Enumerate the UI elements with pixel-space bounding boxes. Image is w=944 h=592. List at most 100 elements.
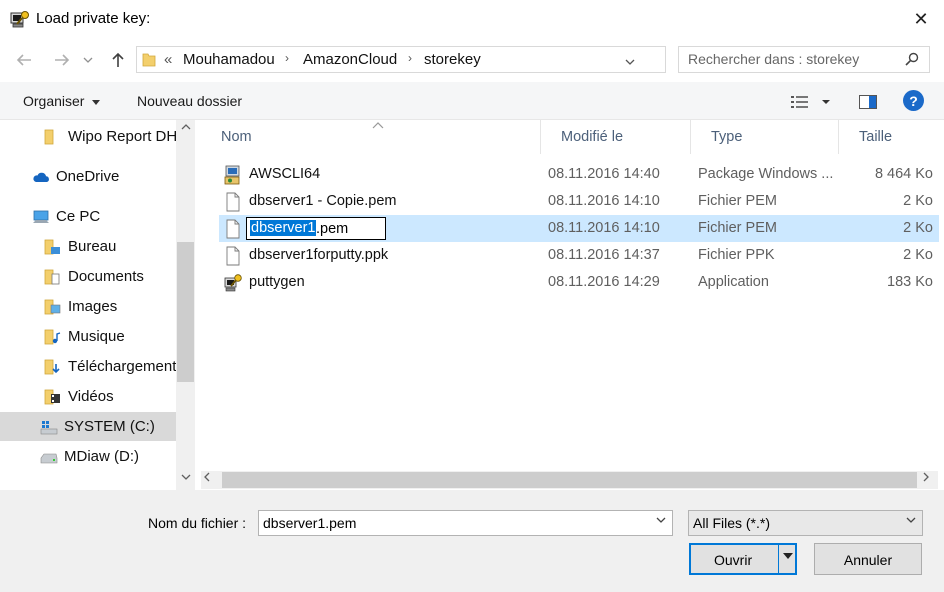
sidebar-item-label: SYSTEM (C:) (64, 418, 155, 435)
close-icon: ✕ (913, 8, 929, 29)
horizontal-scrollbar[interactable] (201, 471, 938, 489)
navigation-pane: Wipo Report DH OneDrive Ce PC Bureau Doc… (0, 120, 196, 490)
file-type: Fichier PEM (698, 220, 777, 236)
column-header-name[interactable]: Nom (201, 120, 541, 154)
file-size: 2 Ko (903, 220, 933, 236)
file-date: 08.11.2016 14:10 (548, 220, 660, 236)
sidebar-item-musique[interactable]: Musique (0, 322, 176, 351)
new-folder-button[interactable]: Nouveau dossier (137, 93, 242, 109)
puttygen-app-icon (224, 274, 242, 292)
file-name: dbserver1 - Copie.pem (249, 193, 397, 209)
file-name: puttygen (249, 274, 305, 290)
file-date: 08.11.2016 14:10 (548, 193, 660, 209)
sidebar-item-wipo-report[interactable]: Wipo Report DH (0, 122, 176, 151)
sidebar-item-mdiaw-drive[interactable]: MDiaw (D:) (0, 442, 176, 471)
arrow-left-icon (16, 54, 31, 66)
downloads-folder-icon (44, 359, 60, 374)
back-button[interactable] (10, 46, 38, 74)
scrollbar-thumb[interactable] (222, 472, 917, 488)
column-header-date[interactable]: Modifié le (541, 120, 691, 154)
file-icon (226, 219, 240, 239)
scroll-left-button[interactable] (204, 472, 210, 485)
folder-icon (142, 53, 156, 67)
sidebar-item-telechargements[interactable]: Téléchargements (0, 352, 176, 381)
help-icon: ? (909, 92, 918, 109)
chevron-down-icon (83, 57, 93, 63)
scroll-right-button[interactable] (923, 472, 929, 485)
breadcrumb-item[interactable]: Mouhamadou (183, 51, 275, 68)
file-type: Package Windows ... (698, 166, 834, 182)
videos-folder-icon (44, 389, 60, 404)
up-button[interactable] (104, 46, 132, 74)
column-header-type[interactable]: Type (691, 120, 839, 154)
arrow-up-icon (112, 52, 124, 67)
file-size: 183 Ko (887, 274, 933, 290)
sidebar-item-ce-pc[interactable]: Ce PC (0, 202, 176, 231)
close-button[interactable]: ✕ (902, 4, 940, 34)
folder-icon (44, 129, 54, 144)
cloud-icon (33, 172, 49, 182)
address-dropdown[interactable] (625, 54, 635, 68)
help-button[interactable]: ? (903, 90, 924, 111)
file-row[interactable]: dbserver1 - Copie.pem 08.11.2016 14:10 F… (219, 188, 939, 215)
scroll-up-button[interactable] (176, 122, 195, 138)
file-type: Fichier PPK (698, 247, 775, 263)
chevron-up-icon (181, 124, 190, 130)
organize-menu-button[interactable]: Organiser (23, 93, 101, 109)
chevron-down-icon (181, 474, 190, 480)
column-label: Nom (221, 129, 252, 145)
column-label: Modifié le (561, 129, 624, 145)
music-folder-icon (44, 329, 61, 344)
file-row[interactable]: dbserver1forputty.ppk 08.11.2016 14:37 F… (219, 242, 939, 269)
recent-locations-button[interactable] (80, 46, 96, 74)
file-row[interactable]: AWSCLI64 08.11.2016 14:40 Package Window… (219, 161, 939, 188)
change-view-button[interactable] (790, 92, 834, 112)
details-view-icon (791, 96, 830, 108)
filename-input[interactable]: dbserver1.pem (258, 510, 673, 536)
open-button[interactable]: Ouvrir (689, 543, 797, 575)
file-size: 2 Ko (903, 193, 933, 209)
chevron-down-icon (625, 59, 635, 65)
file-row[interactable]: puttygen 08.11.2016 14:29 Application 18… (219, 269, 939, 296)
address-bar[interactable]: « Mouhamadou › AmazonCloud › storekey (136, 46, 797, 73)
computer-icon (33, 210, 49, 223)
file-icon (226, 192, 240, 212)
sidebar-item-onedrive[interactable]: OneDrive (0, 162, 176, 191)
rename-input[interactable]: dbserver1 .pem (246, 217, 386, 240)
breadcrumb-item[interactable]: storekey (424, 51, 481, 68)
search-input[interactable] (688, 51, 898, 67)
search-box[interactable] (678, 46, 930, 73)
chevron-down-icon[interactable] (656, 517, 666, 523)
sidebar-item-label: OneDrive (56, 168, 120, 185)
breadcrumb-separator[interactable]: › (408, 51, 412, 65)
open-label: Ouvrir (714, 552, 753, 568)
breadcrumb-overflow[interactable]: « (164, 51, 172, 68)
breadcrumb-item[interactable]: AmazonCloud (303, 51, 397, 68)
sidebar-item-system-drive[interactable]: SYSTEM (C:) (0, 412, 176, 441)
sidebar-item-documents[interactable]: Documents (0, 262, 176, 291)
file-row-selected[interactable]: dbserver1 .pem 08.11.2016 14:10 Fichier … (219, 215, 939, 242)
file-size: 8 464 Ko (874, 166, 933, 182)
chevron-right-icon (923, 472, 929, 482)
file-size: 2 Ko (903, 247, 933, 263)
chevron-left-icon (204, 472, 210, 482)
file-type: Fichier PEM (698, 193, 777, 209)
caret-down-icon[interactable] (783, 553, 793, 559)
file-type-filter-select[interactable]: All Files (*.*) (688, 510, 923, 536)
sidebar-item-videos[interactable]: Vidéos (0, 382, 176, 411)
column-header-size[interactable]: Taille (839, 120, 944, 154)
forward-button[interactable] (48, 46, 76, 74)
file-date: 08.11.2016 14:29 (548, 274, 660, 290)
breadcrumb-separator[interactable]: › (285, 51, 289, 65)
scrollbar-thumb[interactable] (177, 242, 194, 382)
pictures-folder-icon (44, 299, 61, 314)
search-icon[interactable] (905, 52, 919, 66)
scroll-down-button[interactable] (176, 472, 195, 488)
caret-down-icon (92, 99, 101, 105)
sidebar-item-bureau[interactable]: Bureau (0, 232, 176, 261)
filter-value: All Files (*.*) (693, 515, 771, 531)
sidebar-item-images[interactable]: Images (0, 292, 176, 321)
rename-selected-text: dbserver1 (250, 220, 317, 236)
cancel-button[interactable]: Annuler (814, 543, 922, 575)
preview-pane-button[interactable] (858, 92, 878, 112)
